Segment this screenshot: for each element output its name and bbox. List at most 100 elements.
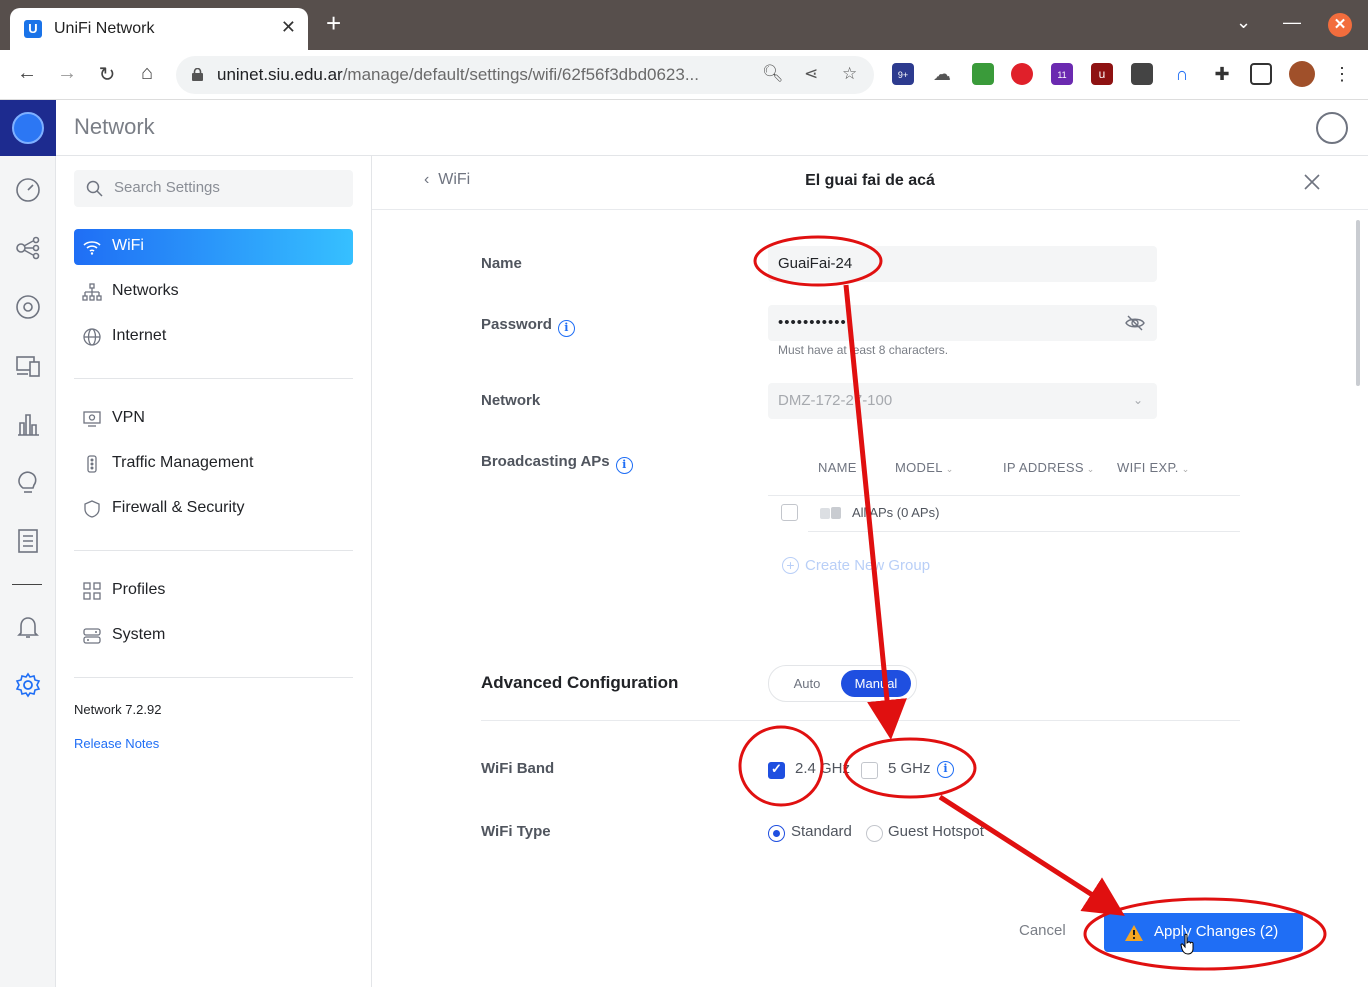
url-text: uninet.siu.edu.ar/manage/default/setting… — [217, 65, 700, 84]
plus-circle-icon: + — [782, 557, 799, 574]
extension-6-icon[interactable] — [1131, 63, 1153, 85]
type-standard-label: Standard — [791, 823, 852, 840]
side-panel-icon[interactable] — [1250, 63, 1272, 85]
settings-gear-icon[interactable] — [15, 672, 41, 698]
band-5ghz-checkbox[interactable] — [861, 762, 878, 779]
app-icon-rail — [0, 100, 56, 987]
lock-icon — [192, 68, 203, 81]
address-bar[interactable]: uninet.siu.edu.ar/manage/default/setting… — [176, 56, 874, 94]
password-field[interactable]: •••••••••••• — [768, 305, 1157, 341]
sidebar-item-label: WiFi — [112, 237, 144, 254]
panel-scrollbar[interactable] — [1356, 220, 1360, 386]
eye-slash-icon[interactable] — [1125, 315, 1145, 331]
settings-sidebar: Search Settings WiFi Networks Internet V… — [56, 156, 372, 987]
statistics-icon[interactable] — [15, 411, 41, 437]
devices-icon[interactable] — [15, 294, 41, 320]
release-notes-link[interactable]: Release Notes — [74, 736, 159, 751]
name-label: Name — [481, 255, 522, 272]
sidebar-divider — [74, 550, 353, 551]
new-tab-button[interactable]: + — [326, 10, 341, 36]
all-aps-checkbox[interactable] — [781, 504, 798, 521]
cancel-button[interactable]: Cancel — [1019, 922, 1066, 939]
sidebar-item-system[interactable]: System — [74, 618, 353, 654]
sidebar-item-profiles[interactable]: Profiles — [74, 573, 353, 609]
notifications-bell-icon[interactable] — [15, 614, 41, 640]
browser-menu-icon[interactable]: ⋮ — [1331, 63, 1353, 85]
tab-close-icon[interactable]: ✕ — [281, 17, 296, 38]
column-header-ip-address[interactable]: IP ADDRESS ⌄ — [1003, 460, 1095, 475]
column-header-name[interactable]: NAME ⌄ — [818, 460, 868, 475]
panel-header: ‹ WiFi El guai fai de acá — [372, 156, 1368, 210]
cloud-extension-icon[interactable]: ☁ — [931, 63, 953, 85]
password-info-icon[interactable]: i — [557, 320, 575, 337]
bookmark-star-icon[interactable]: ☆ — [842, 64, 857, 84]
sidebar-item-label: Traffic Management — [112, 454, 254, 471]
sidebar-item-networks[interactable]: Networks — [74, 274, 353, 310]
password-label: Password i — [481, 316, 575, 337]
user-avatar-icon[interactable] — [1316, 112, 1348, 144]
column-header-model[interactable]: MODEL ⌄ — [895, 460, 954, 475]
extension-3-icon[interactable] — [972, 63, 994, 85]
share-icon[interactable]: ⋖ — [804, 64, 818, 84]
mode-manual-button[interactable]: Manual — [841, 670, 911, 697]
window-close-button[interactable]: ✕ — [1328, 13, 1352, 37]
type-standard-radio[interactable] — [768, 825, 785, 842]
name-field[interactable]: GuaiFai-24 — [768, 246, 1157, 282]
panel-title: El guai fai de acá — [805, 172, 935, 189]
ublock-icon[interactable]: u — [1091, 63, 1113, 85]
system-log-icon[interactable] — [15, 528, 41, 554]
extension-7-icon[interactable]: ∩ — [1171, 63, 1193, 85]
clients-icon[interactable] — [15, 352, 41, 378]
wifi-band-label: WiFi Band — [481, 760, 555, 777]
unifi-favicon-icon: U — [24, 20, 42, 38]
networks-icon — [82, 283, 102, 301]
tab-title: UniFi Network — [54, 20, 155, 37]
browser-tabstrip: U UniFi Network ✕ + ⌄ — ✕ — [0, 0, 1368, 50]
mode-auto-button[interactable]: Auto — [775, 670, 839, 697]
extension-1-icon[interactable]: 9+ — [892, 63, 914, 85]
tab-search-icon[interactable]: ⌄ — [1236, 12, 1251, 33]
network-select[interactable]: DMZ-172-27-100 ⌄ — [768, 383, 1157, 419]
search-placeholder: Search Settings — [114, 179, 220, 196]
apply-changes-button[interactable]: Apply Changes (2) — [1104, 913, 1303, 952]
sidebar-item-wifi[interactable]: WiFi — [74, 229, 353, 265]
insights-icon[interactable] — [15, 469, 41, 495]
sidebar-item-traffic-management[interactable]: Traffic Management — [74, 446, 353, 482]
annotation-arrow-5ghz-to-apply — [938, 794, 1125, 916]
dashboard-icon[interactable] — [15, 177, 41, 203]
create-new-group-button[interactable]: + Create New Group — [782, 557, 930, 574]
band-24ghz-checkbox[interactable] — [768, 761, 785, 779]
vpn-icon — [83, 411, 101, 427]
password-value: •••••••••••• — [778, 314, 854, 331]
advanced-divider — [481, 720, 1240, 721]
reload-icon[interactable]: ↻ — [94, 62, 120, 87]
broadcasting-info-icon[interactable]: i — [615, 457, 633, 474]
advanced-configuration-heading: Advanced Configuration — [481, 673, 679, 692]
extensions-puzzle-icon[interactable]: ✚ — [1211, 63, 1233, 85]
minimize-icon[interactable]: — — [1283, 12, 1301, 33]
sidebar-divider — [74, 677, 353, 678]
warning-icon — [1125, 925, 1143, 941]
forward-arrow-icon[interactable]: → — [54, 62, 80, 85]
unifi-logo[interactable] — [0, 100, 56, 156]
profile-avatar-icon[interactable] — [1289, 61, 1315, 87]
band-info-icon[interactable]: i — [937, 761, 954, 778]
sidebar-item-vpn[interactable]: VPN — [74, 401, 353, 437]
sidebar-item-internet[interactable]: Internet — [74, 319, 353, 355]
search-settings-input[interactable]: Search Settings — [74, 170, 353, 207]
zoom-icon[interactable]: 🔍︎ — [762, 64, 784, 84]
wifi-icon — [83, 241, 101, 255]
extension-4-icon[interactable]: 11 — [1051, 63, 1073, 85]
broadcasting-aps-label: Broadcasting APs i — [481, 453, 633, 474]
back-arrow-icon[interactable]: ← — [14, 62, 40, 85]
sidebar-item-firewall-security[interactable]: Firewall & Security — [74, 491, 353, 527]
close-icon[interactable] — [1302, 172, 1322, 192]
home-icon[interactable]: ⌂ — [134, 62, 160, 85]
profiles-icon — [83, 582, 101, 600]
table-row-divider — [808, 531, 1240, 532]
extension-red-icon[interactable] — [1011, 63, 1033, 85]
type-guest-hotspot-radio[interactable] — [866, 825, 883, 842]
browser-tab[interactable]: U UniFi Network ✕ — [10, 8, 308, 50]
topology-icon[interactable] — [15, 235, 41, 261]
column-header-wifi-exp[interactable]: WIFI EXP. ⌄ — [1117, 460, 1190, 475]
